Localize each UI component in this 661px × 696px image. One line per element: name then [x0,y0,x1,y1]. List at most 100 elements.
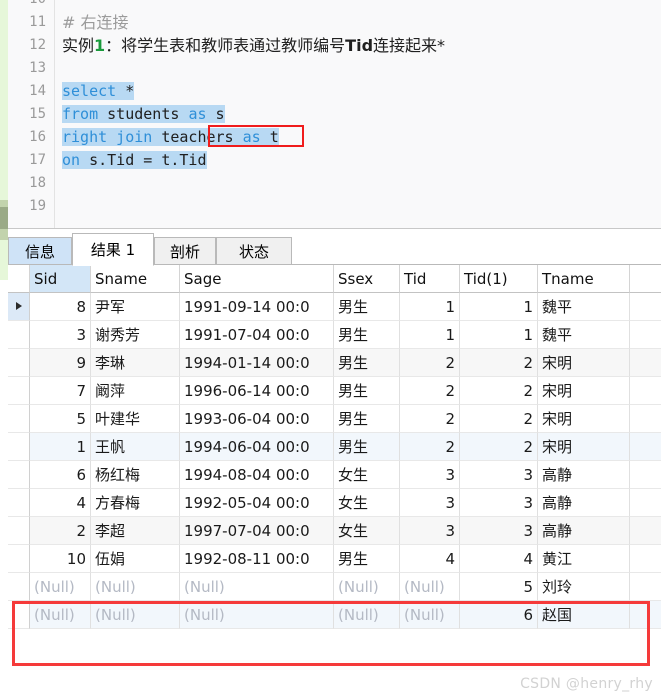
sql-editor-pane[interactable]: 10 11 12 13 14 15 16 17 18 19 # 右连接 实例1：… [8,0,661,229]
cell-tid1[interactable]: 1 [460,321,538,349]
row-selector-cell[interactable] [8,377,30,405]
column-header-sname[interactable]: Sname [91,265,180,293]
cell-tname[interactable]: 宋明 [538,349,630,377]
row-selector-cell[interactable] [8,545,30,573]
cell-sname[interactable]: (Null) [91,601,180,629]
cell-tid1[interactable]: 3 [460,489,538,517]
cell-sname[interactable]: (Null) [91,573,180,601]
column-header-sage[interactable]: Sage [180,265,334,293]
column-header-ssex[interactable]: Ssex [334,265,400,293]
cell-tid1[interactable]: 2 [460,377,538,405]
results-tab-bar[interactable]: 信息 结果 1 剖析 状态 [8,233,661,266]
cell-sid[interactable]: 4 [30,489,91,517]
cell-sage[interactable]: 1992-05-04 00:0 [180,489,334,517]
cell-tid[interactable]: 3 [400,461,460,489]
table-row[interactable]: 9 李琳 1994-01-14 00:0 男生 2 2 宋明 [8,349,661,377]
table-row[interactable]: 8 尹军 1991-09-14 00:0 男生 1 1 魏平 [8,293,661,321]
cell-tname[interactable]: 黄江 [538,545,630,573]
cell-sname[interactable]: 李琳 [91,349,180,377]
cell-sname[interactable]: 尹军 [91,293,180,321]
cell-sage[interactable]: 1997-07-04 00:0 [180,517,334,545]
cell-sid[interactable]: 3 [30,321,91,349]
result-grid[interactable]: Sid Sname Sage Ssex Tid Tid(1) Tname 8 尹军… [8,265,661,696]
cell-ssex[interactable]: 男生 [334,377,400,405]
cell-sage[interactable]: 1993-06-04 00:0 [180,405,334,433]
cell-tid1[interactable]: 6 [460,601,538,629]
cell-tid1[interactable]: 5 [460,573,538,601]
cell-tid[interactable]: 2 [400,405,460,433]
cell-tname[interactable]: 高静 [538,517,630,545]
cell-ssex[interactable]: 女生 [334,489,400,517]
cell-sage[interactable]: 1994-08-04 00:0 [180,461,334,489]
column-header-tid1[interactable]: Tid(1) [460,265,538,293]
cell-tid1[interactable]: 1 [460,293,538,321]
cell-sname[interactable]: 李超 [91,517,180,545]
cell-tid[interactable]: 3 [400,517,460,545]
cell-sid[interactable]: 9 [30,349,91,377]
cell-tid1[interactable]: 3 [460,461,538,489]
column-header-sid[interactable]: Sid [30,265,91,293]
cell-sid[interactable]: 7 [30,377,91,405]
table-row[interactable]: (Null) (Null) (Null) (Null) (Null) 6 赵国 [8,601,661,629]
cell-sname[interactable]: 谢秀芳 [91,321,180,349]
cell-tname[interactable]: 魏平 [538,293,630,321]
cell-tid[interactable]: 3 [400,489,460,517]
cell-tid[interactable]: 4 [400,545,460,573]
cell-tname[interactable]: 宋明 [538,433,630,461]
cell-sname[interactable]: 伍娟 [91,545,180,573]
row-selector-cell[interactable] [8,293,30,321]
column-header-tname[interactable]: Tname [538,265,630,293]
cell-sage[interactable]: (Null) [180,573,334,601]
cell-tname[interactable]: 魏平 [538,321,630,349]
cell-ssex[interactable]: 女生 [334,517,400,545]
cell-sid[interactable]: 8 [30,293,91,321]
table-row[interactable]: 3 谢秀芳 1991-07-04 00:0 男生 1 1 魏平 [8,321,661,349]
row-selector-cell[interactable] [8,349,30,377]
row-selector-cell[interactable] [8,573,30,601]
cell-sname[interactable]: 王帆 [91,433,180,461]
cell-ssex[interactable]: 男生 [334,349,400,377]
table-row[interactable]: 4 方春梅 1992-05-04 00:0 女生 3 3 高静 [8,489,661,517]
cell-tname[interactable]: 赵国 [538,601,630,629]
cell-ssex[interactable]: 男生 [334,545,400,573]
cell-tname[interactable]: 高静 [538,489,630,517]
cell-sage[interactable]: (Null) [180,601,334,629]
tab-profile[interactable]: 剖析 [154,237,216,265]
cell-ssex[interactable]: 男生 [334,433,400,461]
cell-sage[interactable]: 1996-06-14 00:0 [180,377,334,405]
cell-sage[interactable]: 1994-01-14 00:0 [180,349,334,377]
table-row[interactable]: 7 阚萍 1996-06-14 00:0 男生 2 2 宋明 [8,377,661,405]
cell-sname[interactable]: 方春梅 [91,489,180,517]
cell-tid[interactable]: (Null) [400,573,460,601]
cell-tid[interactable]: 1 [400,293,460,321]
cell-tid[interactable]: 2 [400,377,460,405]
cell-sid[interactable]: 5 [30,405,91,433]
cell-sid[interactable]: 6 [30,461,91,489]
row-selector-cell[interactable] [8,461,30,489]
cell-tname[interactable]: 宋明 [538,405,630,433]
cell-tid1[interactable]: 2 [460,349,538,377]
table-row[interactable]: 10 伍娟 1992-08-11 00:0 男生 4 4 黄江 [8,545,661,573]
cell-sage[interactable]: 1991-09-14 00:0 [180,293,334,321]
tab-result-1[interactable]: 结果 1 [72,233,154,266]
cell-ssex[interactable]: 男生 [334,405,400,433]
table-row[interactable]: 6 杨红梅 1994-08-04 00:0 女生 3 3 高静 [8,461,661,489]
cell-ssex[interactable]: 女生 [334,461,400,489]
tab-status[interactable]: 状态 [216,237,292,265]
table-row[interactable]: 5 叶建华 1993-06-04 00:0 男生 2 2 宋明 [8,405,661,433]
tab-info[interactable]: 信息 [8,237,72,265]
row-selector-cell[interactable] [8,405,30,433]
cell-tid[interactable]: 2 [400,349,460,377]
table-row[interactable]: 2 李超 1997-07-04 00:0 女生 3 3 高静 [8,517,661,545]
cell-sid[interactable]: 1 [30,433,91,461]
cell-tid[interactable]: (Null) [400,601,460,629]
cell-tname[interactable]: 高静 [538,461,630,489]
cell-sid[interactable]: 2 [30,517,91,545]
cell-sname[interactable]: 阚萍 [91,377,180,405]
cell-sname[interactable]: 叶建华 [91,405,180,433]
cell-sname[interactable]: 杨红梅 [91,461,180,489]
cell-ssex[interactable]: 男生 [334,293,400,321]
row-selector-cell[interactable] [8,517,30,545]
cell-sage[interactable]: 1992-08-11 00:0 [180,545,334,573]
column-header-tid[interactable]: Tid [400,265,460,293]
